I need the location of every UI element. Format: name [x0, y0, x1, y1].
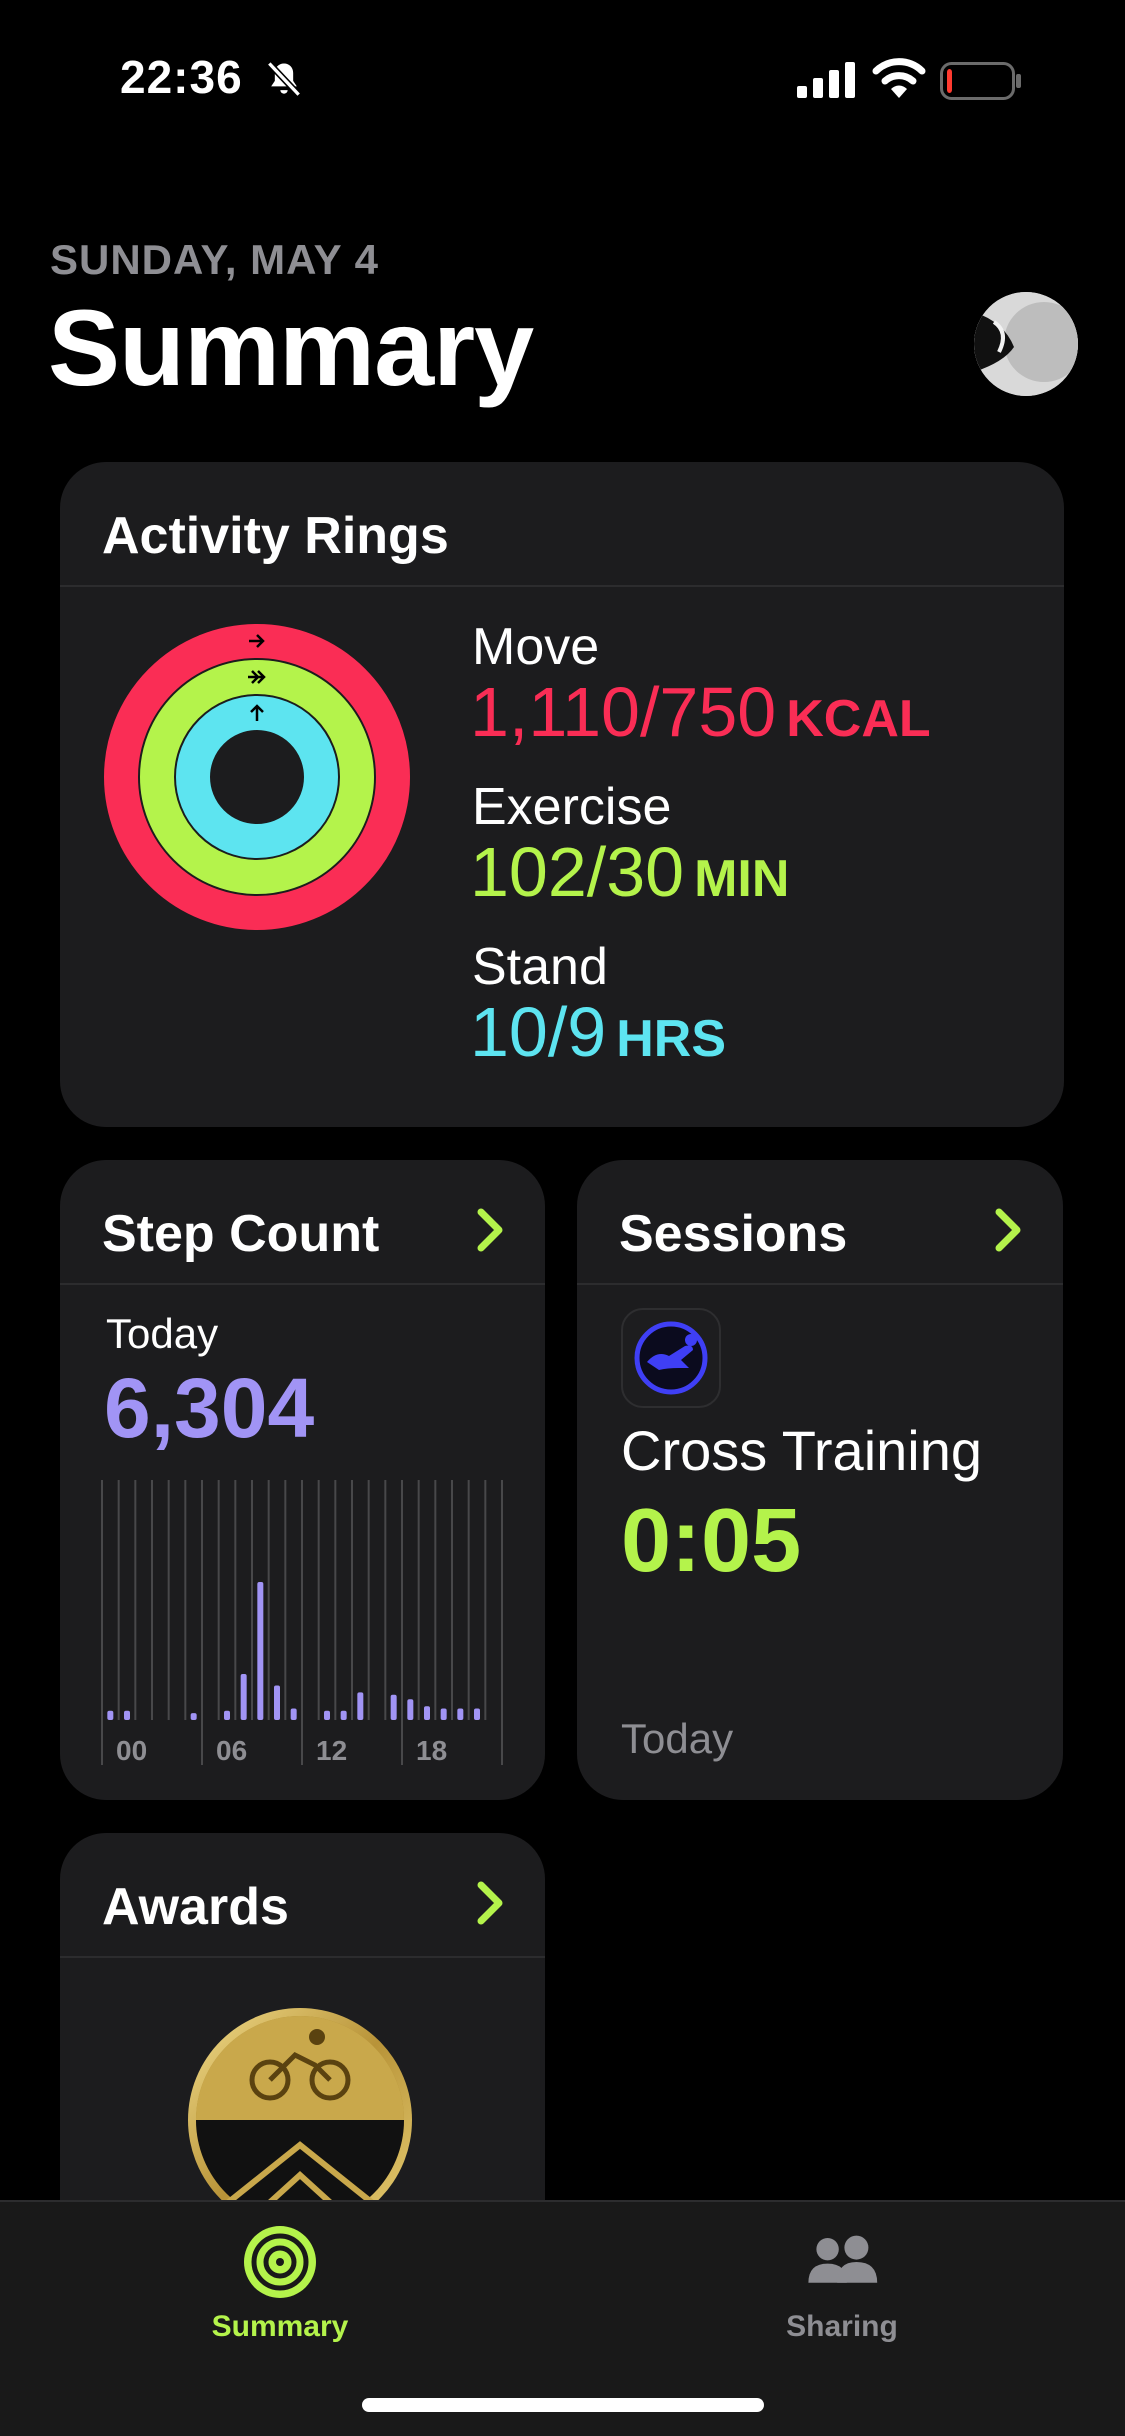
activity-rings-icon	[244, 2226, 316, 2298]
step-bar	[474, 1708, 480, 1720]
chart-tick-label: 12	[316, 1735, 347, 1766]
date-label: SUNDAY, MAY 4	[50, 236, 379, 283]
avatar-image	[974, 292, 1078, 396]
step-bar	[107, 1710, 114, 1720]
chevron-right-icon[interactable]	[473, 1206, 507, 1254]
step-bar	[257, 1582, 264, 1720]
step-bar	[457, 1708, 464, 1720]
card-header: Sessions	[577, 1160, 1063, 1285]
card-title: Sessions	[619, 1205, 848, 1263]
chart-tick-label: 00	[116, 1735, 147, 1766]
step-count-value: 6,304	[104, 1361, 315, 1455]
step-count-card[interactable]: Step Count Today 6,304 00 06 12 18	[60, 1160, 545, 1800]
sessions-card[interactable]: Sessions Cross Training 0:05 Today	[577, 1160, 1063, 1800]
session-name: Cross Training	[621, 1419, 983, 1482]
bell-slash-icon	[266, 61, 302, 97]
step-bar	[240, 1674, 247, 1720]
tab-summary[interactable]: Summary	[130, 2222, 430, 2352]
step-bar	[340, 1710, 347, 1720]
stand-value: 10/9 HRS	[470, 992, 726, 1072]
cross-training-icon	[621, 1308, 721, 1408]
step-bar	[440, 1708, 447, 1720]
step-period-label: Today	[106, 1310, 219, 1357]
wifi-icon	[872, 58, 926, 98]
chevron-right-icon[interactable]	[991, 1206, 1025, 1254]
step-bar	[290, 1708, 297, 1720]
chevron-right-icon[interactable]	[473, 1879, 507, 1927]
move-value: 1,110/750 KCAL	[470, 672, 931, 752]
chart-tick-label: 06	[216, 1735, 247, 1766]
tab-sharing-label: Sharing	[786, 2310, 898, 2343]
avatar[interactable]	[974, 292, 1078, 396]
card-title: Awards	[102, 1878, 289, 1936]
session-duration: 0:05	[621, 1491, 802, 1591]
battery-level-fill	[947, 69, 952, 93]
signal-icon	[797, 62, 855, 98]
step-bar	[274, 1685, 280, 1720]
exercise-unit: MIN	[694, 850, 790, 908]
stand-value-number: 10/9	[470, 993, 607, 1071]
step-bar	[224, 1710, 230, 1720]
stand-unit: HRS	[616, 1010, 727, 1068]
exercise-value: 102/30 MIN	[470, 832, 789, 912]
move-value-number: 1,110/750	[470, 673, 777, 751]
exercise-value-number: 102/30	[470, 833, 685, 911]
card-header: Awards	[60, 1833, 545, 1958]
card-header: Activity Rings	[60, 462, 1064, 587]
stand-label: Stand	[472, 938, 608, 996]
card-title: Step Count	[102, 1205, 380, 1263]
status-bar: 22:36	[0, 0, 1125, 160]
activity-rings	[104, 624, 410, 930]
step-bar	[190, 1713, 197, 1720]
card-header: Step Count	[60, 1160, 545, 1285]
step-bar	[324, 1710, 330, 1720]
stand-ring	[176, 696, 338, 858]
chart-tick-label: 18	[416, 1735, 447, 1766]
step-bar	[407, 1699, 414, 1720]
exercise-label: Exercise	[472, 778, 672, 836]
battery-icon	[940, 62, 1021, 100]
home-indicator[interactable]	[362, 2398, 764, 2412]
activity-rings-card[interactable]: Activity Rings Move 1,110/750 KCAL Exerci…	[60, 462, 1064, 1127]
step-count-chart: 00 06 12 18	[101, 1480, 503, 1766]
step-bar	[424, 1706, 430, 1720]
tab-sharing[interactable]: Sharing	[692, 2222, 992, 2352]
step-bar	[124, 1710, 130, 1720]
step-bar	[357, 1692, 364, 1720]
status-time: 22:36	[120, 51, 243, 103]
session-date: Today	[621, 1715, 734, 1762]
tab-summary-label: Summary	[211, 2310, 349, 2343]
people-icon	[808, 2235, 878, 2283]
move-label: Move	[472, 618, 600, 676]
page-title: Summary	[48, 287, 534, 408]
move-unit: KCAL	[786, 690, 931, 748]
card-title: Activity Rings	[102, 507, 449, 565]
step-bar	[390, 1694, 397, 1720]
